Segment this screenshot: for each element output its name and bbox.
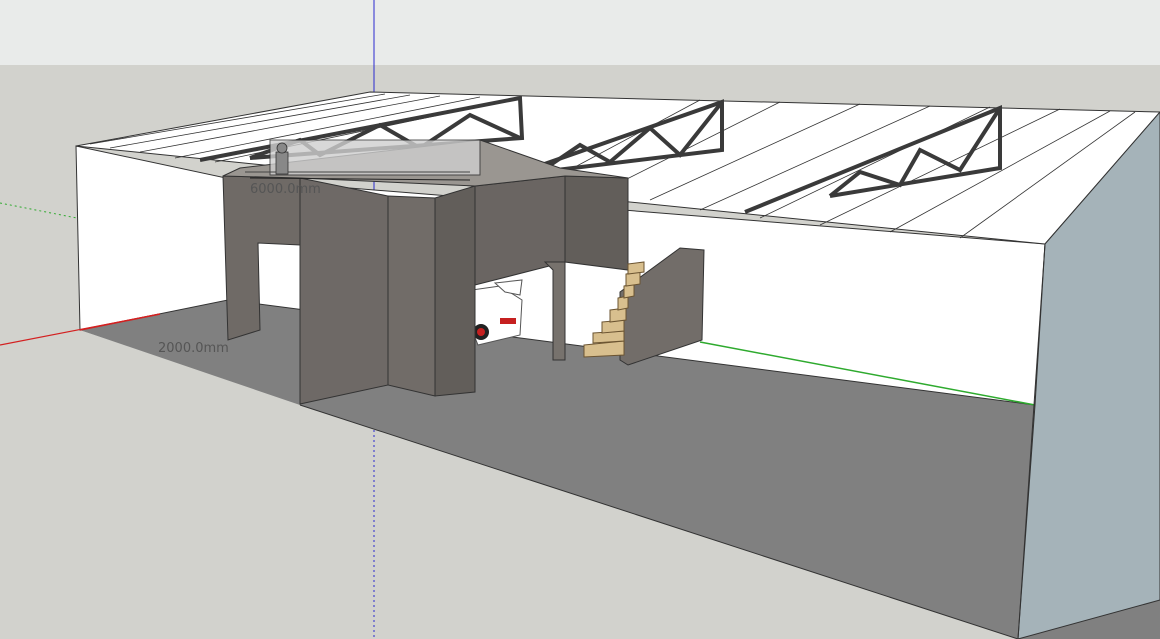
person-figure: [275, 142, 289, 175]
white-car: [471, 279, 523, 346]
right-wall: [564, 175, 629, 271]
3d-model-viewport[interactable]: 2000.0mm 6000.0mm: [0, 0, 1160, 639]
left-end-wall: [75, 145, 229, 331]
mid-wall-panel: [387, 195, 436, 397]
model-canvas[interactable]: [0, 0, 1160, 639]
sky-background: [0, 0, 1160, 65]
side-wall-panel: [434, 185, 476, 397]
railing: [269, 139, 481, 176]
front-wall-panel: [299, 177, 389, 405]
